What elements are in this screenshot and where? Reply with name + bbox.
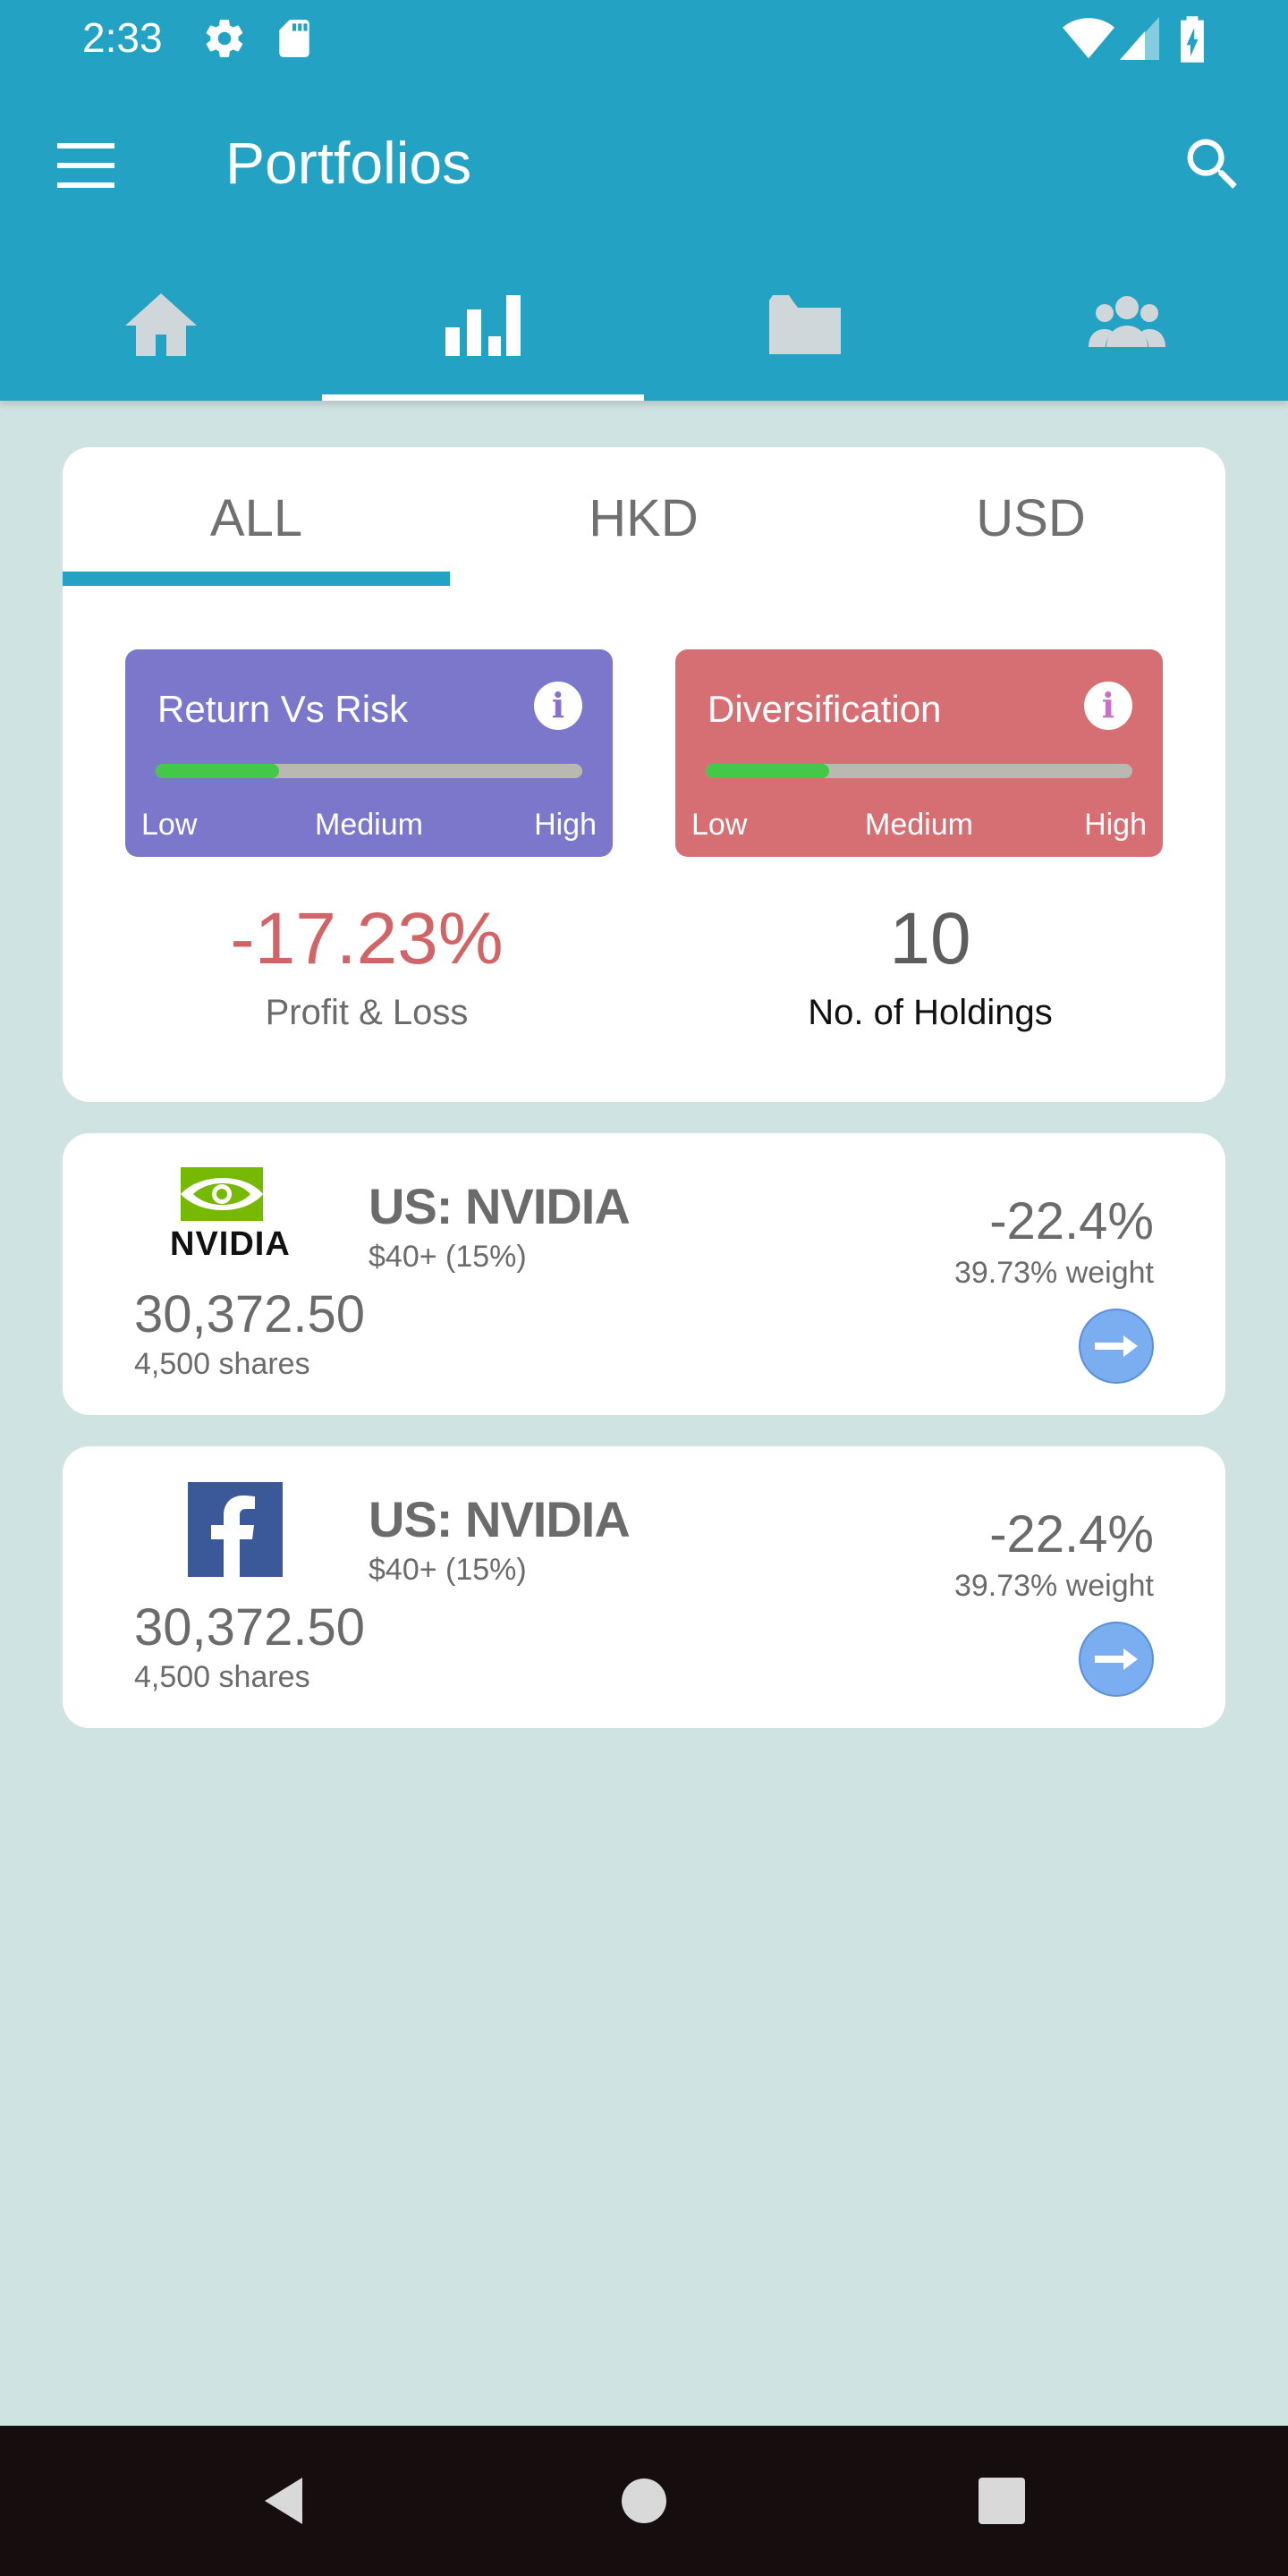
holding-name: US: NVIDIA	[369, 1491, 631, 1547]
holding-change: -22.4%	[989, 1505, 1154, 1563]
holding-card[interactable]: NVIDIA US: NVIDIA $40+ (15%) 30,372.50 4…	[63, 1133, 1225, 1415]
tab-hkd[interactable]: HKD	[450, 483, 837, 555]
profit-loss-label: Profit & Loss	[265, 993, 469, 1032]
holding-shares: 4,500 shares	[134, 1347, 310, 1381]
info-icon[interactable]: i	[1084, 682, 1132, 730]
nvidia-logo-text: NVIDIA	[170, 1225, 291, 1263]
tab-community[interactable]	[966, 268, 1288, 401]
portfolio-summary-card: ALL HKD USD Return Vs Risk i Low Medium …	[63, 447, 1225, 1102]
system-nav-bar	[0, 2426, 1288, 2576]
holding-value: 30,372.50	[134, 1285, 366, 1343]
search-icon[interactable]	[1179, 131, 1247, 199]
meter-track	[156, 764, 582, 778]
tab-home[interactable]	[0, 268, 322, 401]
holding-weight: 39.73% weight	[953, 1256, 1154, 1290]
holding-weight: 39.73% weight	[953, 1569, 1154, 1603]
tab-portfolios[interactable]	[322, 268, 644, 401]
app-bar: 2:33 Portfolios	[0, 0, 1288, 401]
tab-all[interactable]: ALL	[63, 483, 450, 555]
facebook-logo	[188, 1482, 283, 1577]
meter-label-high: High	[1084, 808, 1147, 842]
holding-name: US: NVIDIA	[369, 1178, 631, 1234]
holding-value: 30,372.50	[134, 1598, 366, 1657]
recents-icon[interactable]	[975, 2474, 1029, 2528]
meter-fill	[156, 764, 280, 778]
diversification-meter[interactable]: Diversification i Low Medium High	[675, 649, 1163, 857]
meter-title: Diversification	[708, 688, 942, 730]
meter-label-high: High	[534, 808, 597, 842]
holding-shares: 4,500 shares	[134, 1660, 310, 1694]
holding-price: $40+ (15%)	[369, 1553, 527, 1587]
group-icon	[1087, 268, 1167, 362]
info-icon[interactable]: i	[534, 682, 582, 730]
folder-icon	[767, 268, 843, 362]
nav-tabs	[0, 268, 1288, 401]
toolbar: Portfolios	[0, 98, 1288, 233]
wifi-icon	[1063, 16, 1114, 65]
page-title: Portfolios	[225, 130, 472, 196]
battery-charging-icon	[1179, 16, 1206, 67]
bar-chart-icon	[444, 268, 522, 362]
tab-files[interactable]	[644, 268, 966, 401]
arrow-right-icon[interactable]	[1079, 1309, 1154, 1384]
home-button-icon[interactable]	[617, 2474, 671, 2528]
menu-icon[interactable]	[54, 134, 122, 197]
arrow-right-icon[interactable]	[1079, 1622, 1154, 1697]
active-tab-indicator	[322, 394, 644, 401]
sd-card-icon	[274, 16, 315, 65]
gear-icon	[202, 16, 247, 65]
back-icon[interactable]	[258, 2474, 311, 2528]
tab-usd[interactable]: USD	[837, 483, 1224, 555]
holding-card[interactable]: US: NVIDIA $40+ (15%) 30,372.50 4,500 sh…	[63, 1446, 1225, 1728]
signal-icon	[1120, 16, 1159, 65]
holding-change: -22.4%	[989, 1192, 1154, 1250]
currency-tab-indicator	[63, 572, 450, 586]
meter-track	[706, 764, 1132, 778]
nvidia-logo: NVIDIA	[170, 1167, 304, 1264]
home-icon	[123, 268, 199, 362]
status-bar: 2:33	[0, 0, 1288, 75]
meter-title: Return Vs Risk	[157, 688, 409, 730]
holdings-count-value: 10	[889, 898, 971, 979]
meter-fill	[706, 764, 830, 778]
return-vs-risk-meter[interactable]: Return Vs Risk i Low Medium High	[125, 649, 613, 857]
profit-loss-value: -17.23%	[230, 898, 504, 979]
holding-price: $40+ (15%)	[369, 1240, 527, 1274]
holdings-count-label: No. of Holdings	[808, 993, 1053, 1032]
status-time: 2:33	[82, 14, 163, 61]
